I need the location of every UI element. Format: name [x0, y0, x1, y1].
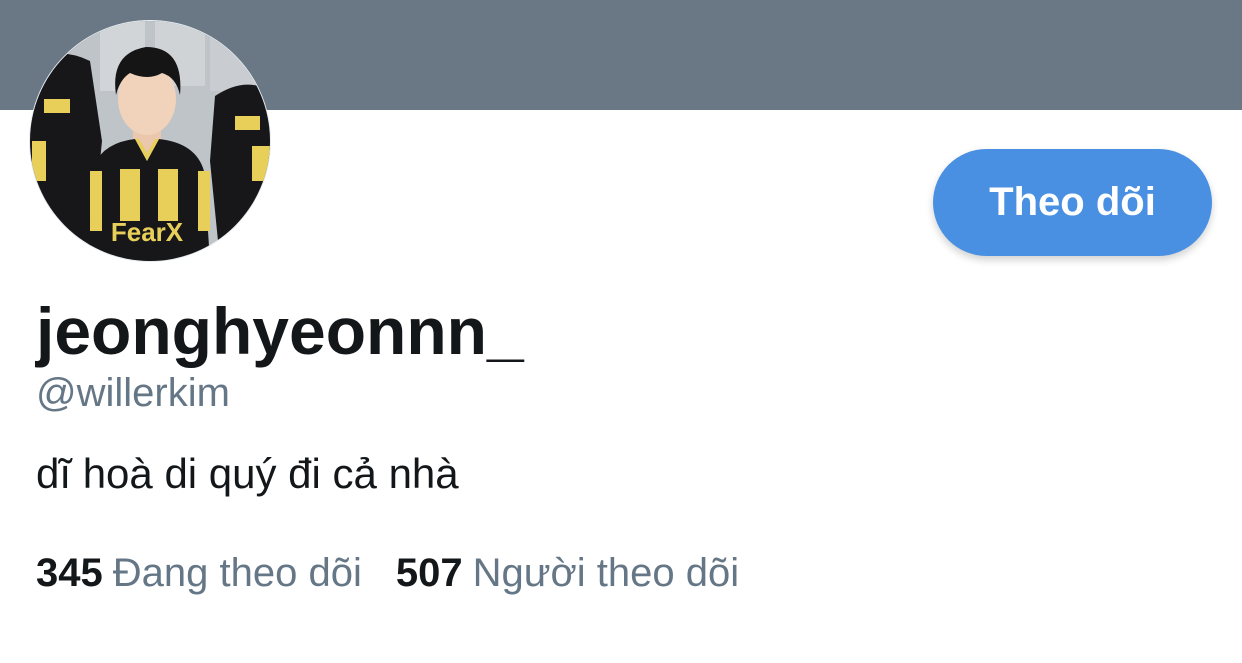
followers-count: 507 [395, 551, 463, 595]
following-count: 345 [36, 551, 103, 595]
avatar-photo-icon: FearX [30, 21, 270, 261]
profile-bio: dĩ hoà di quý đi cả nhà [36, 450, 459, 497]
display-name: jeonghyeonnn_ [36, 294, 524, 368]
username-handle: @willerkim [36, 371, 230, 415]
followers-stat-link[interactable]: 507 Người theo dõi [396, 548, 739, 598]
follow-stats: 345 Đang theo dõi 507 Người theo dõi [36, 548, 773, 598]
profile-avatar[interactable]: FearX [29, 20, 271, 262]
avatar-jersey-text: FearX [111, 217, 184, 247]
followers-label: Người theo dõi [472, 551, 740, 595]
following-stat-link[interactable]: 345 Đang theo dõi [36, 548, 362, 598]
follow-button[interactable]: Theo dõi [933, 149, 1212, 256]
following-label: Đang theo dõi [112, 551, 362, 595]
